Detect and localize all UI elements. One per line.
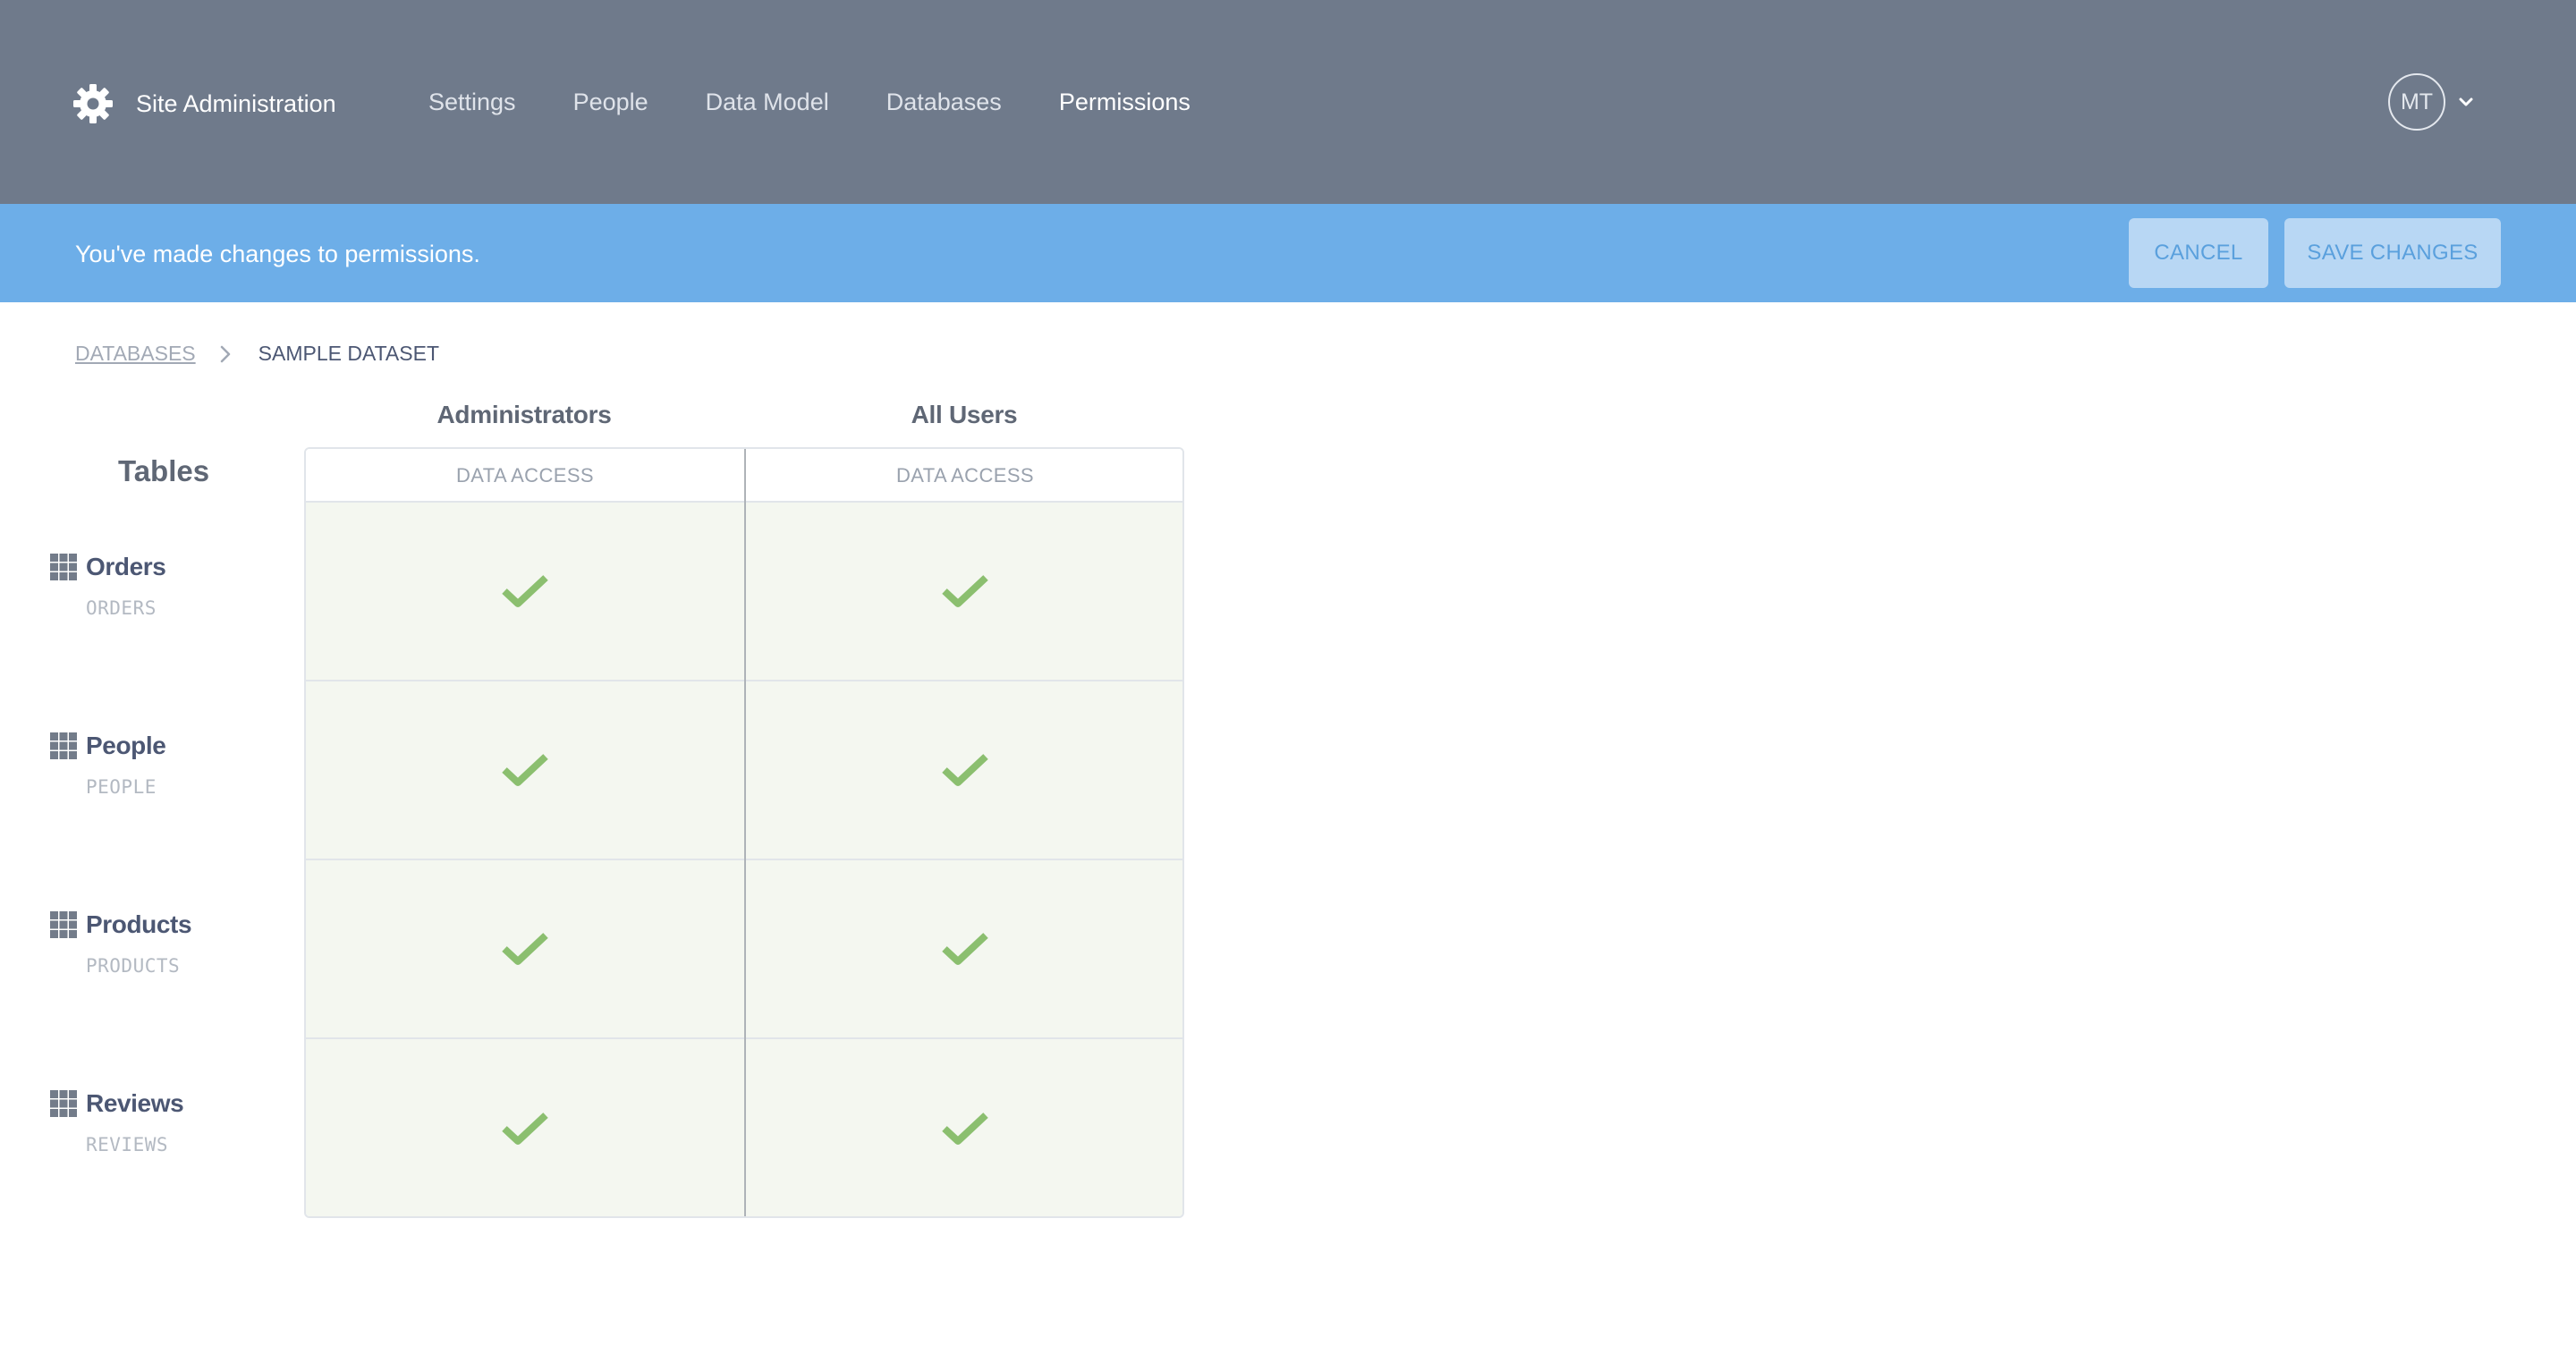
table-display-name: Orders	[86, 553, 166, 580]
permission-cell-reviews-administrators[interactable]	[306, 1039, 744, 1216]
checkmark-icon	[942, 575, 988, 607]
breadcrumb: DATABASES SAMPLE DATASET	[75, 342, 439, 366]
checkmark-icon	[942, 933, 988, 965]
save-changes-button[interactable]: SAVE CHANGES	[2284, 218, 2501, 288]
table-name[interactable]: Reviews	[50, 1089, 184, 1118]
table-name[interactable]: Products	[50, 910, 192, 939]
group-header-administrators: Administrators	[436, 401, 612, 428]
table-db-name: ORDERS	[86, 597, 157, 619]
permission-cell-orders-administrators[interactable]	[306, 503, 744, 681]
column-divider	[744, 449, 746, 1216]
table-display-name: Products	[86, 910, 192, 938]
permission-cell-people-administrators[interactable]	[306, 681, 744, 860]
checkmark-icon	[502, 933, 548, 965]
table-db-name: REVIEWS	[86, 1134, 169, 1155]
table-row-orders: Orders ORDERS	[50, 553, 166, 619]
permission-cell-people-all-users[interactable]	[746, 681, 1182, 860]
checkmark-icon	[942, 1113, 988, 1145]
permission-cell-reviews-all-users[interactable]	[746, 1039, 1182, 1216]
table-row-reviews: Reviews REVIEWS	[50, 1089, 184, 1155]
nav-link-settings[interactable]: Settings	[428, 84, 516, 120]
column-label-data-access: DATA ACCESS	[456, 464, 594, 487]
permission-cell-orders-all-users[interactable]	[746, 503, 1182, 681]
checkmark-icon	[502, 1113, 548, 1145]
permissions-grid: DATA ACCESS DATA ACCESS	[304, 447, 1184, 1218]
table-grid-icon	[50, 554, 77, 580]
table-name[interactable]: Orders	[50, 553, 166, 581]
account-menu[interactable]: MT	[2388, 73, 2474, 131]
banner-message: You've made changes to permissions.	[75, 241, 480, 267]
table-display-name: Reviews	[86, 1089, 184, 1117]
group-header-all-users: All Users	[911, 401, 1018, 428]
permission-cell-products-all-users[interactable]	[746, 860, 1182, 1039]
checkmark-icon	[502, 575, 548, 607]
tables-heading: Tables	[118, 454, 210, 487]
table-display-name: People	[86, 732, 166, 759]
nav-link-people[interactable]: People	[573, 84, 648, 120]
unsaved-changes-banner: You've made changes to permissions. CANC…	[0, 204, 2576, 302]
admin-nav-links: Settings People Data Model Databases Per…	[428, 84, 1248, 120]
nav-link-data-model[interactable]: Data Model	[706, 84, 829, 120]
avatar[interactable]: MT	[2388, 73, 2445, 131]
table-grid-icon	[50, 732, 77, 759]
table-db-name: PEOPLE	[86, 776, 157, 798]
column-label-data-access: DATA ACCESS	[896, 464, 1034, 487]
chevron-down-icon[interactable]	[2458, 97, 2474, 107]
nav-link-databases[interactable]: Databases	[886, 84, 1002, 120]
top-nav: Site Administration Settings People Data…	[0, 0, 2576, 204]
breadcrumb-databases-link[interactable]: DATABASES	[75, 342, 196, 366]
table-db-name: PRODUCTS	[86, 955, 181, 977]
table-row-products: Products PRODUCTS	[50, 910, 192, 977]
chevron-right-icon	[220, 345, 230, 362]
site-admin-brand[interactable]: Site Administration	[72, 82, 336, 125]
breadcrumb-current: SAMPLE DATASET	[258, 342, 440, 365]
permission-cell-products-administrators[interactable]	[306, 860, 744, 1039]
gear-icon	[73, 84, 113, 123]
table-grid-icon	[50, 1090, 77, 1117]
table-name[interactable]: People	[50, 732, 166, 760]
table-row-people: People PEOPLE	[50, 732, 166, 798]
checkmark-icon	[502, 754, 548, 786]
cancel-button[interactable]: CANCEL	[2129, 218, 2268, 288]
brand-title: Site Administration	[136, 90, 336, 117]
checkmark-icon	[942, 754, 988, 786]
nav-link-permissions[interactable]: Permissions	[1059, 84, 1191, 120]
table-grid-icon	[50, 911, 77, 938]
